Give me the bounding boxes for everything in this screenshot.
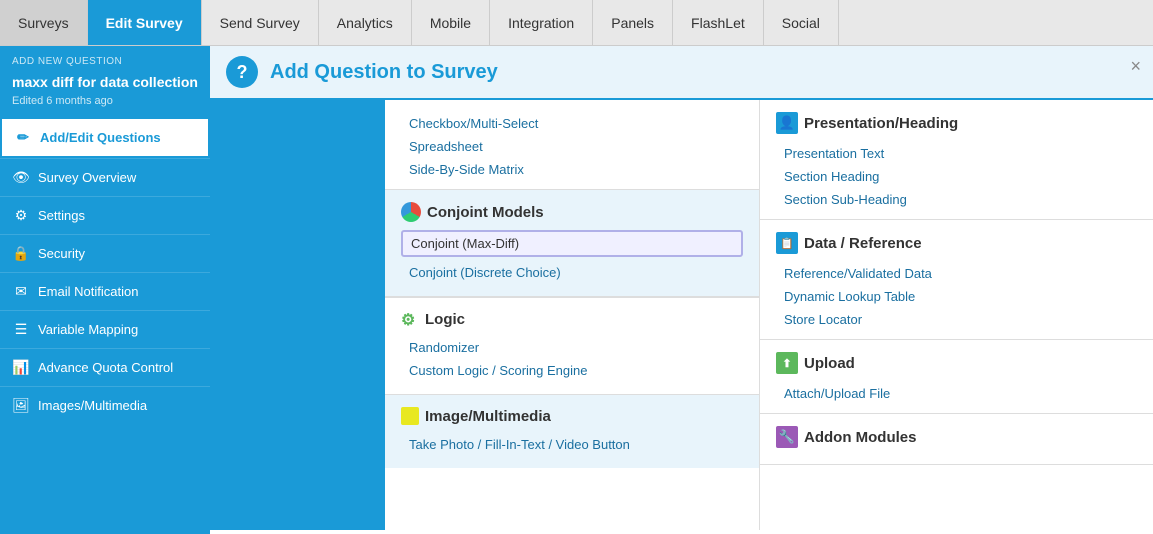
right-panel: 👤 Presentation/Heading Presentation Text… xyxy=(760,100,1153,530)
eye-icon: 👁 xyxy=(12,169,30,186)
tab-surveys[interactable]: Surveys xyxy=(0,0,88,45)
sidebar-item-label: Email Notification xyxy=(38,284,138,299)
modal-title: Add Question to Survey xyxy=(270,61,498,84)
sidebar-edited-label: Edited 6 months ago xyxy=(0,93,210,117)
sidebar-item-label: Survey Overview xyxy=(38,170,136,185)
upload-icon: ⬆ xyxy=(776,352,798,374)
section-sub-heading-link[interactable]: Section Sub-Heading xyxy=(776,188,1137,211)
mail-icon: ✉ xyxy=(12,283,30,300)
logic-section-title: Logic xyxy=(425,311,465,328)
chart-icon: 📊 xyxy=(12,359,30,376)
tab-analytics[interactable]: Analytics xyxy=(319,0,412,45)
basic-question-types: Checkbox/Multi-Select Spreadsheet Side-B… xyxy=(385,100,759,189)
question-type-side-by-side[interactable]: Side-By-Side Matrix xyxy=(401,158,743,181)
data-reference-header: 📋 Data / Reference xyxy=(776,232,1137,254)
custom-logic-link[interactable]: Custom Logic / Scoring Engine xyxy=(401,359,743,382)
modal-body: Checkbox/Multi-Select Spreadsheet Side-B… xyxy=(210,100,1153,530)
tab-flashlet[interactable]: FlashLet xyxy=(673,0,764,45)
sidebar: ADD NEW QUESTION maxx diff for data coll… xyxy=(0,46,210,534)
randomizer-link[interactable]: Randomizer xyxy=(401,336,743,359)
content-area: ? Add Question to Survey × Checkbox/Mult… xyxy=(210,46,1153,534)
attach-upload-link[interactable]: Attach/Upload File xyxy=(776,382,1137,405)
conjoint-section-title: Conjoint Models xyxy=(427,204,544,221)
upload-title: Upload xyxy=(804,355,855,372)
left-blue-panel xyxy=(210,100,385,530)
image-icon: 🖼 xyxy=(12,397,30,414)
presentation-text-link[interactable]: Presentation Text xyxy=(776,142,1137,165)
tab-edit-survey[interactable]: Edit Survey xyxy=(88,0,202,45)
addon-header: 🔧 Addon Modules xyxy=(776,426,1137,448)
logic-icon: ⚙ xyxy=(401,310,419,328)
conjoint-max-diff-link[interactable]: Conjoint (Max-Diff) xyxy=(401,230,743,257)
logic-section: ⚙ Logic Randomizer Custom Logic / Scorin… xyxy=(385,297,759,394)
top-navigation: Surveys Edit Survey Send Survey Analytic… xyxy=(0,0,1153,46)
tab-integration[interactable]: Integration xyxy=(490,0,593,45)
lock-icon: 🔒 xyxy=(12,245,30,262)
sidebar-item-advance-quota-control[interactable]: 📊 Advance Quota Control xyxy=(0,348,210,386)
sidebar-item-label: Add/Edit Questions xyxy=(40,130,161,145)
pie-chart-icon xyxy=(401,202,421,222)
data-reference-icon: 📋 xyxy=(776,232,798,254)
logic-section-header: ⚙ Logic xyxy=(401,310,743,328)
tab-panels[interactable]: Panels xyxy=(593,0,673,45)
modal-close-button[interactable]: × xyxy=(1130,56,1141,77)
upload-section: ⬆ Upload Attach/Upload File xyxy=(760,340,1153,414)
sidebar-item-label: Security xyxy=(38,246,85,261)
take-photo-link[interactable]: Take Photo / Fill-In-Text / Video Button xyxy=(401,433,743,456)
sidebar-item-email-notification[interactable]: ✉ Email Notification xyxy=(0,272,210,310)
image-multimedia-section: Image/Multimedia Take Photo / Fill-In-Te… xyxy=(385,394,759,468)
question-type-checkbox[interactable]: Checkbox/Multi-Select xyxy=(401,112,743,135)
conjoint-discrete-choice-link[interactable]: Conjoint (Discrete Choice) xyxy=(401,261,743,284)
dynamic-lookup-link[interactable]: Dynamic Lookup Table xyxy=(776,285,1137,308)
presentation-heading-title: Presentation/Heading xyxy=(804,115,958,132)
sidebar-add-new-label: ADD NEW QUESTION xyxy=(0,46,210,71)
gear-icon: ⚙ xyxy=(12,207,30,224)
conjoint-models-section: Conjoint Models Conjoint (Max-Diff) Conj… xyxy=(385,189,759,297)
image-multimedia-icon xyxy=(401,407,419,425)
edit-icon: ✏ xyxy=(14,129,32,146)
conjoint-section-header: Conjoint Models xyxy=(401,202,743,222)
list-icon: ☰ xyxy=(12,321,30,338)
sidebar-item-security[interactable]: 🔒 Security xyxy=(0,234,210,272)
main-layout: ADD NEW QUESTION maxx diff for data coll… xyxy=(0,46,1153,534)
upload-header: ⬆ Upload xyxy=(776,352,1137,374)
data-reference-title: Data / Reference xyxy=(804,235,922,252)
sidebar-item-add-edit-questions[interactable]: ✏ Add/Edit Questions xyxy=(0,117,210,158)
presentation-heading-header: 👤 Presentation/Heading xyxy=(776,112,1137,134)
sidebar-item-label: Images/Multimedia xyxy=(38,398,147,413)
tab-social[interactable]: Social xyxy=(764,0,839,45)
sidebar-survey-title: maxx diff for data collection xyxy=(0,71,210,93)
modal-header-icon: ? xyxy=(226,56,258,88)
presentation-heading-icon: 👤 xyxy=(776,112,798,134)
tab-send-survey[interactable]: Send Survey xyxy=(202,0,319,45)
data-reference-section: 📋 Data / Reference Reference/Validated D… xyxy=(760,220,1153,340)
sidebar-item-variable-mapping[interactable]: ☰ Variable Mapping xyxy=(0,310,210,348)
sidebar-item-label: Settings xyxy=(38,208,85,223)
addon-icon: 🔧 xyxy=(776,426,798,448)
sidebar-item-survey-overview[interactable]: 👁 Survey Overview xyxy=(0,158,210,196)
sidebar-item-images-multimedia[interactable]: 🖼 Images/Multimedia xyxy=(0,386,210,424)
sidebar-item-label: Advance Quota Control xyxy=(38,360,173,375)
sidebar-item-settings[interactable]: ⚙ Settings xyxy=(0,196,210,234)
reference-validated-link[interactable]: Reference/Validated Data xyxy=(776,262,1137,285)
image-section-title: Image/Multimedia xyxy=(425,408,551,425)
modal-header: ? Add Question to Survey × xyxy=(210,46,1153,100)
sidebar-item-label: Variable Mapping xyxy=(38,322,138,337)
question-type-spreadsheet[interactable]: Spreadsheet xyxy=(401,135,743,158)
section-heading-link[interactable]: Section Heading xyxy=(776,165,1137,188)
store-locator-link[interactable]: Store Locator xyxy=(776,308,1137,331)
tab-mobile[interactable]: Mobile xyxy=(412,0,490,45)
addon-title: Addon Modules xyxy=(804,429,917,446)
presentation-heading-section: 👤 Presentation/Heading Presentation Text… xyxy=(760,100,1153,220)
addon-modules-section: 🔧 Addon Modules xyxy=(760,414,1153,465)
middle-panel: Checkbox/Multi-Select Spreadsheet Side-B… xyxy=(385,100,760,530)
image-section-header: Image/Multimedia xyxy=(401,407,743,425)
